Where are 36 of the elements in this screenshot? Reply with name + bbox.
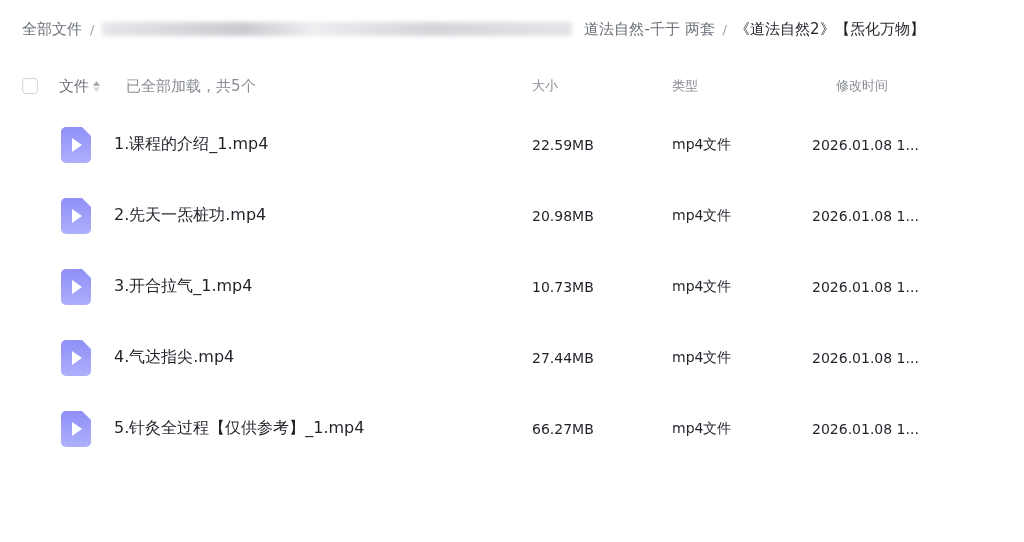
column-header[interactable]: 文件 (59, 76, 89, 96)
modified-time: 2026.01.08 1... (812, 349, 920, 366)
file-size: 10.73MB (532, 278, 595, 295)
file-type: mp4文件 (672, 277, 733, 296)
column-header: 修改时间 (835, 77, 889, 95)
file-size: 27.44MB (532, 349, 595, 366)
modified-time: 2026.01.08 1... (812, 420, 920, 437)
video-file-icon (61, 126, 91, 163)
file-size: 22.59MB (532, 136, 595, 153)
file-size: 20.98MB (532, 207, 595, 224)
column-header: 大小 (532, 77, 559, 95)
video-file-icon (61, 197, 91, 234)
file-name[interactable]: 3.开合拉气_1.mp4 (114, 276, 253, 297)
select-all-checkbox[interactable] (22, 78, 38, 94)
file-type: mp4文件 (672, 348, 733, 367)
file-name[interactable]: 5.针灸全过程【仅供参考】_1.mp4 (114, 418, 365, 439)
modified-time: 2026.01.08 1... (812, 207, 920, 224)
file-name[interactable]: 1.课程的介绍_1.mp4 (114, 134, 269, 155)
video-file-icon (61, 268, 91, 305)
column-header: 类型 (672, 77, 699, 95)
file-type: mp4文件 (672, 135, 733, 154)
file-name[interactable]: 2.先天一炁桩功.mp4 (114, 205, 267, 226)
file-type: mp4文件 (672, 419, 733, 438)
file-type: mp4文件 (672, 206, 733, 225)
breadcrumb-link[interactable]: 道法自然-千于 两套 (584, 19, 715, 39)
load-status: 已全部加载，共5个 (126, 76, 256, 96)
video-file-icon (61, 410, 91, 447)
breadcrumb-separator: / (90, 21, 95, 37)
modified-time: 2026.01.08 1... (812, 278, 920, 295)
file-name[interactable]: 4.气达指尖.mp4 (114, 347, 235, 368)
breadcrumb-link[interactable]: 全部文件 (22, 19, 82, 39)
breadcrumb-separator: / (722, 21, 727, 37)
file-size: 66.27MB (532, 420, 595, 437)
sort-icon[interactable] (93, 80, 100, 92)
video-file-icon (61, 339, 91, 376)
modified-time: 2026.01.08 1... (812, 136, 920, 153)
